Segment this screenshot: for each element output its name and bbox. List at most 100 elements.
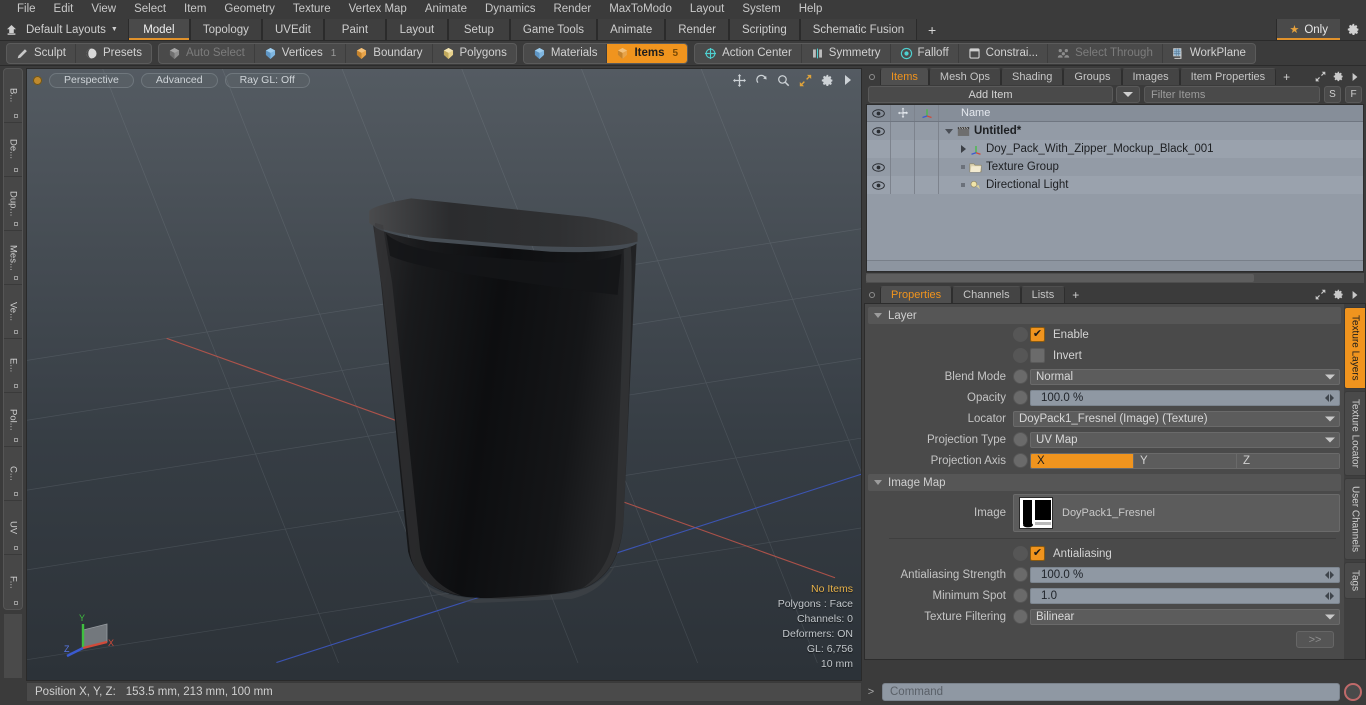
tab-images[interactable]: Images: [1121, 68, 1180, 85]
layout-tab-game-tools[interactable]: Game Tools: [509, 19, 598, 40]
stepper-arrows[interactable]: [1322, 569, 1337, 581]
layout-tab-model[interactable]: Model: [127, 19, 190, 40]
row-name-cell[interactable]: Untitled*: [939, 122, 1363, 140]
row-axis-cell[interactable]: [915, 140, 939, 158]
scrollbar-thumb[interactable]: [866, 274, 1255, 282]
layout-tab-uvedit[interactable]: UVEdit: [261, 19, 324, 40]
add-layout-tab-button[interactable]: +: [917, 19, 947, 40]
menu-item-item[interactable]: Item: [175, 0, 215, 19]
left-vtab-7[interactable]: C...: [4, 447, 22, 501]
chevron-down-icon[interactable]: [1325, 416, 1335, 421]
right-vtab-texture-locator[interactable]: Texture Locator: [1344, 390, 1365, 476]
layout-tab-setup[interactable]: Setup: [447, 19, 510, 40]
left-vtab-2[interactable]: Dup...: [4, 177, 22, 231]
left-vtab-1[interactable]: De...: [4, 123, 22, 177]
viewport-mode-perspective[interactable]: Perspective: [49, 72, 134, 88]
toolbar-button-symmetry[interactable]: Symmetry: [802, 43, 891, 63]
chevron-down-icon[interactable]: [874, 480, 882, 485]
tab-properties[interactable]: Properties: [880, 286, 953, 303]
left-vtab-6[interactable]: Pol...: [4, 393, 22, 447]
layout-selector[interactable]: Default Layouts ▼: [22, 19, 128, 40]
row-lock-cell[interactable]: [891, 176, 915, 194]
axis-option-z[interactable]: Z: [1237, 453, 1339, 468]
toolbar-button-constrai[interactable]: Constrai...: [959, 43, 1049, 63]
menu-item-file[interactable]: File: [8, 0, 45, 19]
slider-antialiasing-strength[interactable]: 100.0 %: [1030, 566, 1340, 583]
play-icon[interactable]: [843, 74, 853, 86]
command-input[interactable]: Command: [882, 683, 1340, 701]
play-icon[interactable]: [1351, 290, 1359, 300]
menu-item-help[interactable]: Help: [790, 0, 832, 19]
left-vtab-5[interactable]: E...: [4, 339, 22, 393]
home-icon[interactable]: [0, 19, 22, 40]
play-icon[interactable]: [1351, 72, 1359, 82]
chevron-down-icon[interactable]: [1325, 614, 1335, 619]
items-tree-hscrollbar[interactable]: [866, 272, 1364, 283]
panel-grip-icon[interactable]: [864, 68, 880, 85]
items-filter-f-button[interactable]: F: [1345, 86, 1362, 103]
layout-tab-layout[interactable]: Layout: [385, 19, 448, 40]
slider-minimum-spot[interactable]: 1.0: [1030, 587, 1340, 604]
tab-mesh-ops[interactable]: Mesh Ops: [928, 68, 1002, 85]
add-items-tab-button[interactable]: +: [1276, 68, 1297, 85]
image-picker-image[interactable]: DoyPack1_Fresnel: [1013, 494, 1340, 532]
table-row[interactable]: Directional Light: [867, 176, 1363, 194]
checkbox-invert[interactable]: [1030, 348, 1045, 363]
viewport-raygl-toggle[interactable]: Ray GL: Off: [224, 72, 310, 88]
tab-shading[interactable]: Shading: [1001, 68, 1064, 85]
property-knob[interactable]: [1013, 369, 1028, 384]
only-toggle-button[interactable]: ★ Only: [1276, 19, 1340, 40]
layout-tab-schematic-fusion[interactable]: Schematic Fusion: [799, 19, 918, 40]
row-eye-cell[interactable]: [867, 122, 891, 140]
rotate-icon[interactable]: [755, 74, 768, 87]
maximize-icon[interactable]: [799, 74, 812, 87]
right-vtab-texture-layers[interactable]: Texture Layers: [1344, 307, 1365, 389]
toolbar-button-boundary[interactable]: Boundary: [346, 43, 433, 63]
expand-properties-button[interactable]: >>: [1296, 631, 1334, 648]
left-vtab-9[interactable]: F...: [4, 555, 22, 609]
property-knob[interactable]: [1013, 453, 1028, 468]
table-row[interactable]: Texture Group: [867, 158, 1363, 176]
toolbar-button-workplane[interactable]: WorkPlane: [1163, 44, 1255, 63]
table-row[interactable]: Untitled*: [867, 122, 1363, 140]
right-vtab-user-channels[interactable]: User Channels: [1344, 477, 1365, 560]
add-item-dropdown-button[interactable]: [1116, 86, 1140, 103]
filter-items-input[interactable]: Filter Items: [1144, 86, 1320, 103]
menu-item-texture[interactable]: Texture: [284, 0, 340, 19]
toolbar-button-materials[interactable]: Materials: [524, 43, 608, 63]
tab-lists[interactable]: Lists: [1020, 286, 1066, 303]
row-axis-cell[interactable]: [915, 158, 939, 176]
stepper-arrows[interactable]: [1322, 392, 1337, 404]
toolbar-button-select-through[interactable]: Select Through: [1048, 43, 1163, 63]
chevron-down-icon[interactable]: [1325, 437, 1335, 442]
left-vtab-3[interactable]: Mes...: [4, 231, 22, 285]
chevron-down-icon[interactable]: [945, 128, 953, 134]
axis-option-y[interactable]: Y: [1134, 453, 1237, 468]
section-header-layer[interactable]: Layer: [868, 307, 1341, 324]
row-axis-cell[interactable]: [915, 122, 939, 140]
row-lock-cell[interactable]: [891, 122, 915, 140]
toolbar-button-items[interactable]: Items 5: [607, 43, 688, 63]
property-knob[interactable]: [1013, 588, 1028, 603]
left-vtab-4[interactable]: Ve...: [4, 285, 22, 339]
gear-icon[interactable]: [1333, 71, 1344, 82]
doypack-3d-model[interactable]: [27, 69, 861, 680]
items-filter-s-button[interactable]: S: [1324, 86, 1341, 103]
dropdown-projection-type[interactable]: UV Map: [1030, 431, 1340, 448]
menu-item-animate[interactable]: Animate: [416, 0, 476, 19]
chevron-right-icon[interactable]: [961, 145, 966, 153]
menu-item-edit[interactable]: Edit: [45, 0, 83, 19]
maximize-icon[interactable]: [1315, 289, 1326, 300]
menu-item-system[interactable]: System: [733, 0, 789, 19]
toolbar-button-action-center[interactable]: Action Center: [695, 43, 802, 63]
property-knob[interactable]: [1013, 546, 1028, 561]
layout-tab-animate[interactable]: Animate: [597, 19, 666, 40]
toolbar-button-auto-select[interactable]: Auto Select: [159, 43, 255, 63]
property-knob[interactable]: [1013, 567, 1028, 582]
row-lock-cell[interactable]: [891, 140, 915, 158]
row-eye-cell[interactable]: [867, 176, 891, 194]
layout-tab-paint[interactable]: Paint: [323, 19, 386, 40]
toolbar-button-vertices[interactable]: Vertices 1: [255, 43, 347, 63]
property-knob[interactable]: [1013, 348, 1028, 363]
row-name-cell[interactable]: Directional Light: [939, 176, 1363, 194]
